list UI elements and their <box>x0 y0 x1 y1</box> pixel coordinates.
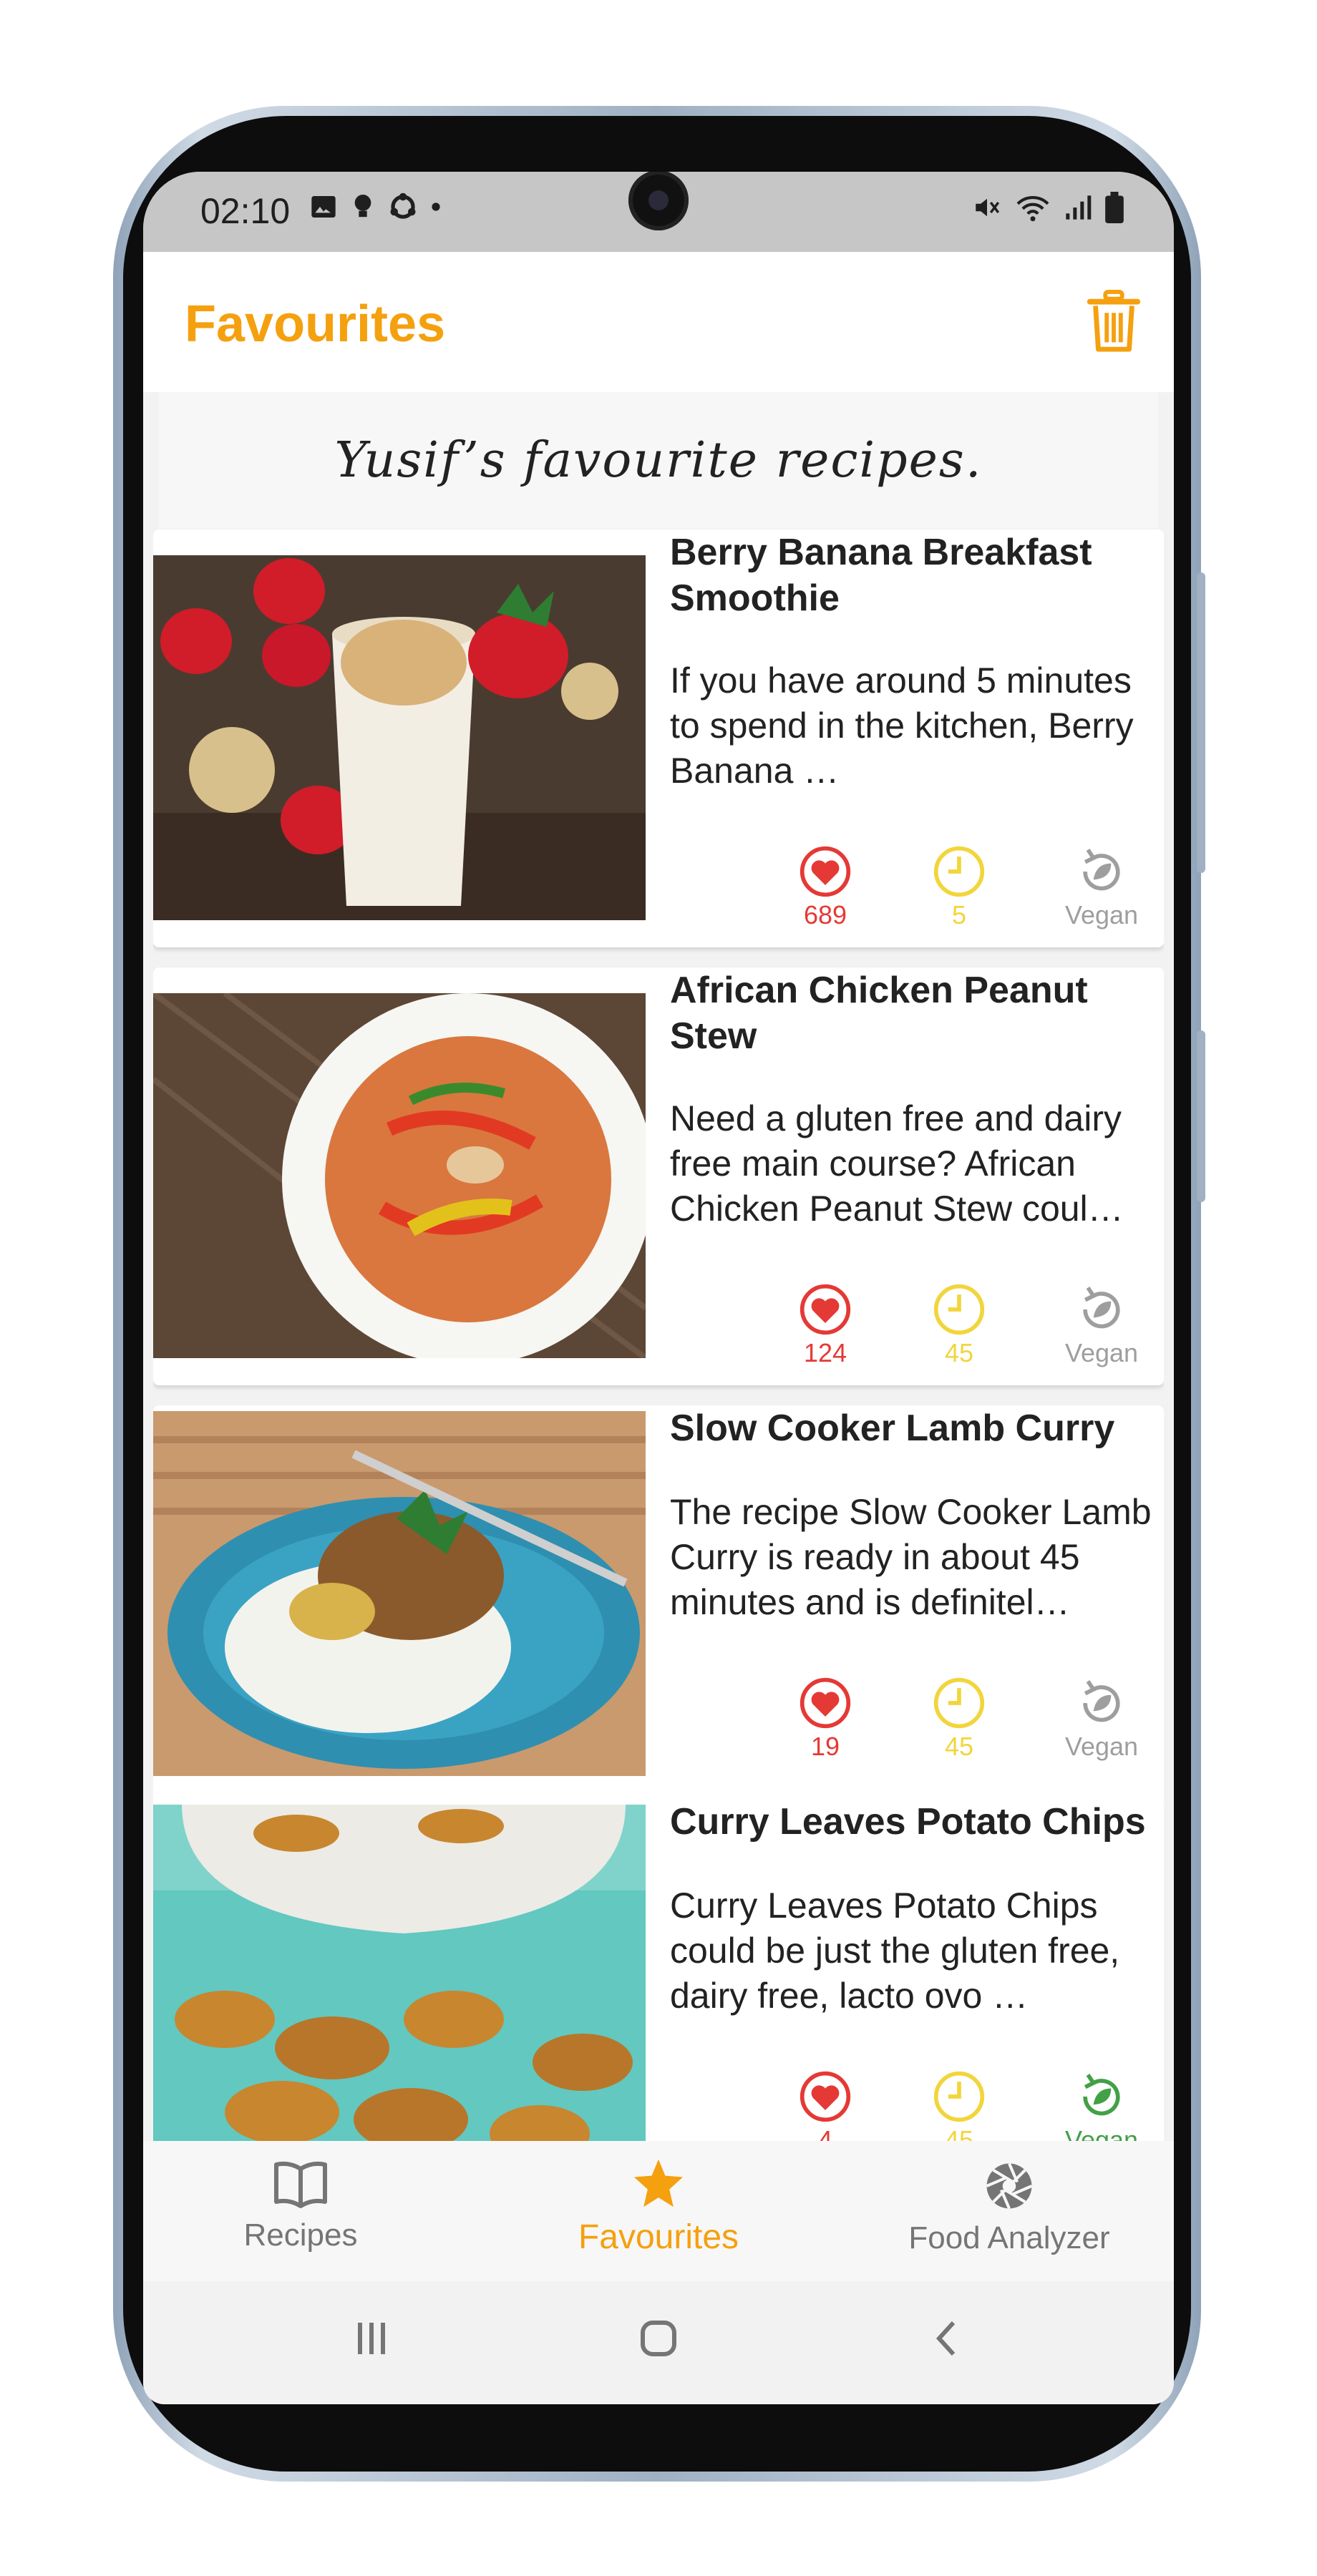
app-bar: Favourites <box>143 252 1174 392</box>
nav-item-food-analyzer[interactable]: Food Analyzer <box>859 2160 1160 2256</box>
recipe-card[interactable]: Slow Cooker Lamb Curry The recipe Slow C… <box>153 1405 1164 1823</box>
home-button[interactable] <box>637 2317 680 2363</box>
nav-label-favourites: Favourites <box>578 2218 739 2256</box>
phone-screen: 02:10 Favourites Yusif’s favourite recip… <box>143 172 1174 2404</box>
trash-icon <box>1087 289 1141 352</box>
vegan-label: Vegan <box>1064 900 1139 930</box>
clock-icon <box>933 2071 985 2122</box>
recipe-card[interactable]: African Chicken Peanut Stew Need a glute… <box>153 967 1164 1385</box>
vegan-stat: Vegan <box>1048 1282 1155 1368</box>
recipe-description: Curry Leaves Potato Chips could be just … <box>670 1885 1120 2016</box>
likes-count: 124 <box>803 1338 847 1367</box>
vegan-label: Vegan <box>1064 2125 1139 2142</box>
recipe-title: Slow Cooker Lamb Curry <box>670 1407 1115 1449</box>
recipe-description: Need a gluten free and dairy free main c… <box>670 1098 1124 1229</box>
nav-item-recipes[interactable]: Recipes <box>150 2160 451 2253</box>
recipe-list[interactable]: Berry Banana Breakfast Smoothie If you h… <box>153 530 1164 2142</box>
minutes-count: 45 <box>944 1732 974 1761</box>
recipe-title: Curry Leaves Potato Chips <box>670 1801 1146 1843</box>
heart-icon <box>800 2071 851 2122</box>
back-icon <box>935 2321 956 2356</box>
leaf-cycle-icon <box>1083 1680 1120 1722</box>
dot-icon <box>432 203 440 211</box>
time-stat: 45 <box>905 2069 1013 2142</box>
recipe-image-smoothie <box>153 555 646 920</box>
likes-stat: 689 <box>772 844 879 930</box>
page-title: Favourites <box>185 296 446 353</box>
status-notifications <box>309 192 441 222</box>
likes-count: 689 <box>803 900 847 930</box>
minutes-count: 45 <box>944 2125 974 2142</box>
image-icon <box>311 196 336 218</box>
recipe-image-chips <box>153 1805 646 2142</box>
sync-icon <box>390 192 416 219</box>
mute-icon <box>976 198 1000 217</box>
recipe-image-curry <box>153 1411 646 1776</box>
vegan-stat: Vegan <box>1048 1676 1155 1762</box>
vegan-label: Vegan <box>1064 1732 1139 1761</box>
recipe-card[interactable]: Berry Banana Breakfast Smoothie If you h… <box>153 530 1164 947</box>
leaf-cycle-icon <box>1083 1287 1120 1329</box>
recents-button[interactable] <box>351 2317 394 2363</box>
clock-icon <box>933 846 985 897</box>
likes-stat: 19 <box>772 1676 879 1762</box>
likes-count: 4 <box>817 2125 833 2142</box>
vegan-stat: Vegan <box>1048 2069 1155 2142</box>
volume-button <box>1197 572 1205 873</box>
delete-all-button[interactable] <box>1085 289 1142 353</box>
status-system-icons <box>972 192 1124 223</box>
minutes-count: 5 <box>951 900 967 930</box>
heart-icon <box>800 1677 851 1729</box>
power-button <box>1197 1030 1205 1202</box>
clock-icon <box>933 1677 985 1729</box>
leaf-cycle-icon <box>1083 2074 1120 2116</box>
nav-label-food-analyzer: Food Analyzer <box>908 2220 1110 2255</box>
heart-icon <box>800 1284 851 1335</box>
star-icon <box>633 2159 684 2207</box>
recipe-description: The recipe Slow Cooker Lamb Curry is rea… <box>670 1492 1152 1622</box>
battery-icon <box>1105 192 1124 223</box>
book-icon <box>274 2161 327 2208</box>
favourites-banner: Yusif’s favourite recipes. <box>159 392 1158 528</box>
aperture-icon <box>986 2162 1033 2210</box>
bottom-navigation: Recipes Favourites Food Analyzer <box>143 2141 1174 2281</box>
recipe-description: If you have around 5 minutes to spend in… <box>670 660 1134 791</box>
recipe-title: Berry Banana Breakfast Smoothie <box>670 532 1092 619</box>
wifi-icon <box>1016 196 1049 222</box>
clock-icon <box>933 1284 985 1335</box>
heart-icon <box>800 846 851 897</box>
time-stat: 5 <box>905 844 1013 930</box>
vegan-stat: Vegan <box>1048 844 1155 930</box>
banner-text: Yusif’s favourite recipes. <box>334 431 983 489</box>
home-icon <box>641 2321 676 2356</box>
likes-count: 19 <box>810 1732 840 1761</box>
status-bar: 02:10 <box>143 172 1174 252</box>
bulb-icon <box>354 195 371 218</box>
front-camera <box>628 172 689 230</box>
recipe-title: African Chicken Peanut Stew <box>670 970 1088 1057</box>
recents-icon <box>358 2323 385 2354</box>
minutes-count: 45 <box>944 1338 974 1367</box>
leaf-cycle-icon <box>1083 849 1120 891</box>
system-navigation-bar <box>143 2281 1174 2404</box>
nav-label-recipes: Recipes <box>243 2218 358 2253</box>
vegan-label: Vegan <box>1064 1338 1139 1367</box>
recipe-card[interactable]: Curry Leaves Potato Chips Curry Leaves P… <box>153 1799 1164 2142</box>
nav-item-favourites[interactable]: Favourites <box>508 2158 809 2257</box>
time-stat: 45 <box>905 1676 1013 1762</box>
status-time: 02:10 <box>200 191 291 231</box>
signal-icon <box>1066 195 1092 220</box>
recipe-image-stew <box>153 993 646 1358</box>
likes-stat: 124 <box>772 1282 879 1368</box>
likes-stat: 4 <box>772 2069 879 2142</box>
time-stat: 45 <box>905 1282 1013 1368</box>
back-button[interactable] <box>926 2317 969 2363</box>
